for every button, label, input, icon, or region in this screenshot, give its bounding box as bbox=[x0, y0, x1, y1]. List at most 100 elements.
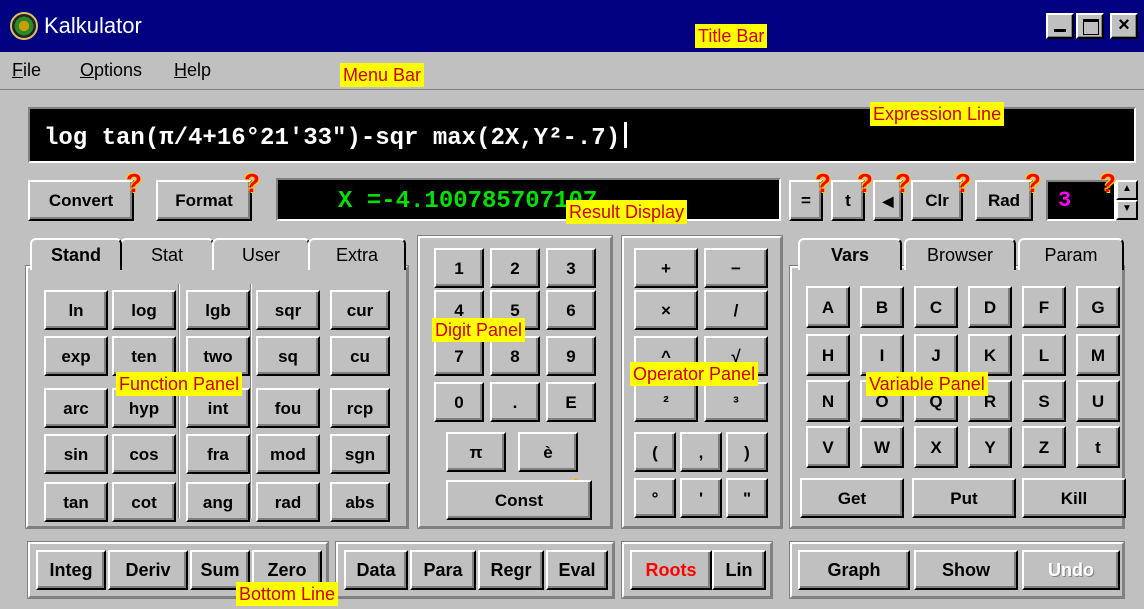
tab-vars[interactable]: Vars bbox=[798, 238, 902, 270]
variable-button-w[interactable]: W bbox=[860, 426, 904, 468]
pi-button[interactable]: π bbox=[446, 432, 506, 472]
function-button-log[interactable]: log bbox=[112, 290, 176, 330]
function-button-mod[interactable]: mod bbox=[256, 434, 320, 474]
variable-button-s[interactable]: S bbox=[1022, 380, 1066, 422]
variable-button-x[interactable]: X bbox=[914, 426, 958, 468]
minimize-button[interactable] bbox=[1046, 13, 1074, 39]
operator-button-sym[interactable]: ' bbox=[680, 478, 722, 518]
spin-up-icon[interactable]: ▲ bbox=[1116, 180, 1138, 200]
graph-button[interactable]: Graph bbox=[798, 550, 910, 590]
function-button-sin[interactable]: sin bbox=[44, 434, 108, 474]
e-constant-button[interactable]: è bbox=[518, 432, 578, 472]
tab-extra[interactable]: Extra bbox=[308, 238, 406, 270]
menu-help[interactable]: Help bbox=[174, 60, 211, 81]
regr-button[interactable]: Regr bbox=[478, 550, 544, 590]
convert-button[interactable]: Convert bbox=[28, 180, 134, 221]
precision-spinner[interactable]: ▲ ▼ bbox=[1116, 180, 1138, 221]
function-button-sgn[interactable]: sgn bbox=[330, 434, 390, 474]
digit-button-9[interactable]: 9 bbox=[546, 336, 596, 376]
tab-browser[interactable]: Browser bbox=[904, 238, 1016, 270]
variable-button-y[interactable]: Y bbox=[968, 426, 1012, 468]
operator-button-sym[interactable]: ( bbox=[634, 432, 676, 472]
operator-button-sym[interactable]: ³ bbox=[704, 382, 768, 422]
variable-button-f[interactable]: F bbox=[1022, 286, 1066, 328]
digit-button-e[interactable]: E bbox=[546, 382, 596, 422]
format-button[interactable]: Format bbox=[156, 180, 252, 221]
function-button-cos[interactable]: cos bbox=[112, 434, 176, 474]
tab-stand[interactable]: Stand bbox=[30, 238, 122, 270]
variable-button-t[interactable]: t bbox=[1076, 426, 1120, 468]
para-button[interactable]: Para bbox=[410, 550, 476, 590]
digit-button-2[interactable]: 2 bbox=[490, 248, 540, 288]
deriv-button[interactable]: Deriv bbox=[108, 550, 188, 590]
digit-button-sym[interactable]: . bbox=[490, 382, 540, 422]
lin-button[interactable]: Lin bbox=[712, 550, 766, 590]
variable-button-v[interactable]: V bbox=[806, 426, 850, 468]
undo-button[interactable]: Undo bbox=[1022, 550, 1120, 590]
variable-button-m[interactable]: M bbox=[1076, 334, 1120, 376]
operator-button-sym[interactable]: / bbox=[704, 290, 768, 330]
variable-button-g[interactable]: G bbox=[1076, 286, 1120, 328]
digit-button-0[interactable]: 0 bbox=[434, 382, 484, 422]
variable-button-i[interactable]: I bbox=[860, 334, 904, 376]
const-button[interactable]: Const bbox=[446, 480, 592, 520]
variable-button-j[interactable]: J bbox=[914, 334, 958, 376]
function-button-rcp[interactable]: rcp bbox=[330, 388, 390, 428]
operator-button-sym[interactable]: ) bbox=[726, 432, 768, 472]
help-icon[interactable]: ? bbox=[857, 170, 873, 196]
function-button-fra[interactable]: fra bbox=[186, 434, 250, 474]
function-button-sqr[interactable]: sqr bbox=[256, 290, 320, 330]
show-button[interactable]: Show bbox=[914, 550, 1018, 590]
function-button-rad[interactable]: rad bbox=[256, 482, 320, 522]
digit-button-3[interactable]: 3 bbox=[546, 248, 596, 288]
variable-button-z[interactable]: Z bbox=[1022, 426, 1066, 468]
function-button-tan[interactable]: tan bbox=[44, 482, 108, 522]
menu-file[interactable]: File bbox=[12, 60, 41, 81]
help-icon[interactable]: ? bbox=[895, 170, 911, 196]
close-button[interactable]: × bbox=[1110, 13, 1138, 39]
function-button-ang[interactable]: ang bbox=[186, 482, 250, 522]
function-button-cur[interactable]: cur bbox=[330, 290, 390, 330]
digit-button-8[interactable]: 8 bbox=[490, 336, 540, 376]
tab-param[interactable]: Param bbox=[1018, 238, 1124, 270]
maximize-button[interactable] bbox=[1076, 13, 1104, 39]
function-button-sq[interactable]: sq bbox=[256, 336, 320, 376]
variable-button-b[interactable]: B bbox=[860, 286, 904, 328]
spin-down-icon[interactable]: ▼ bbox=[1116, 200, 1138, 220]
operator-button-sym[interactable]: ² bbox=[634, 382, 698, 422]
help-icon[interactable]: ? bbox=[1025, 170, 1041, 196]
function-button-two[interactable]: two bbox=[186, 336, 250, 376]
function-button-fou[interactable]: fou bbox=[256, 388, 320, 428]
tab-user[interactable]: User bbox=[212, 238, 310, 270]
help-icon[interactable]: ? bbox=[815, 170, 831, 196]
eval-button[interactable]: Eval bbox=[546, 550, 608, 590]
function-button-lgb[interactable]: lgb bbox=[186, 290, 250, 330]
get-variable-button[interactable]: Get bbox=[800, 478, 904, 518]
menu-options[interactable]: Options bbox=[80, 60, 142, 81]
variable-button-l[interactable]: L bbox=[1022, 334, 1066, 376]
put-variable-button[interactable]: Put bbox=[912, 478, 1016, 518]
variable-button-d[interactable]: D bbox=[968, 286, 1012, 328]
function-button-abs[interactable]: abs bbox=[330, 482, 390, 522]
operator-button-sym[interactable]: − bbox=[704, 248, 768, 288]
operator-button-sym[interactable]: ° bbox=[634, 478, 676, 518]
function-button-ln[interactable]: ln bbox=[44, 290, 108, 330]
variable-button-n[interactable]: N bbox=[806, 380, 850, 422]
help-icon[interactable]: ? bbox=[1100, 170, 1116, 196]
help-icon[interactable]: ? bbox=[955, 170, 971, 196]
operator-button-sym[interactable]: + bbox=[634, 248, 698, 288]
function-button-cot[interactable]: cot bbox=[112, 482, 176, 522]
digit-button-6[interactable]: 6 bbox=[546, 290, 596, 330]
help-icon[interactable]: ? bbox=[126, 170, 142, 196]
variable-button-h[interactable]: H bbox=[806, 334, 850, 376]
variable-button-k[interactable]: K bbox=[968, 334, 1012, 376]
digit-button-1[interactable]: 1 bbox=[434, 248, 484, 288]
integ-button[interactable]: Integ bbox=[36, 550, 106, 590]
kill-variable-button[interactable]: Kill bbox=[1022, 478, 1126, 518]
app-icon[interactable] bbox=[10, 12, 38, 40]
function-button-exp[interactable]: exp bbox=[44, 336, 108, 376]
function-button-ten[interactable]: ten bbox=[112, 336, 176, 376]
help-icon[interactable]: ? bbox=[244, 170, 260, 196]
digit-button-7[interactable]: 7 bbox=[434, 336, 484, 376]
operator-button-sym[interactable]: × bbox=[634, 290, 698, 330]
